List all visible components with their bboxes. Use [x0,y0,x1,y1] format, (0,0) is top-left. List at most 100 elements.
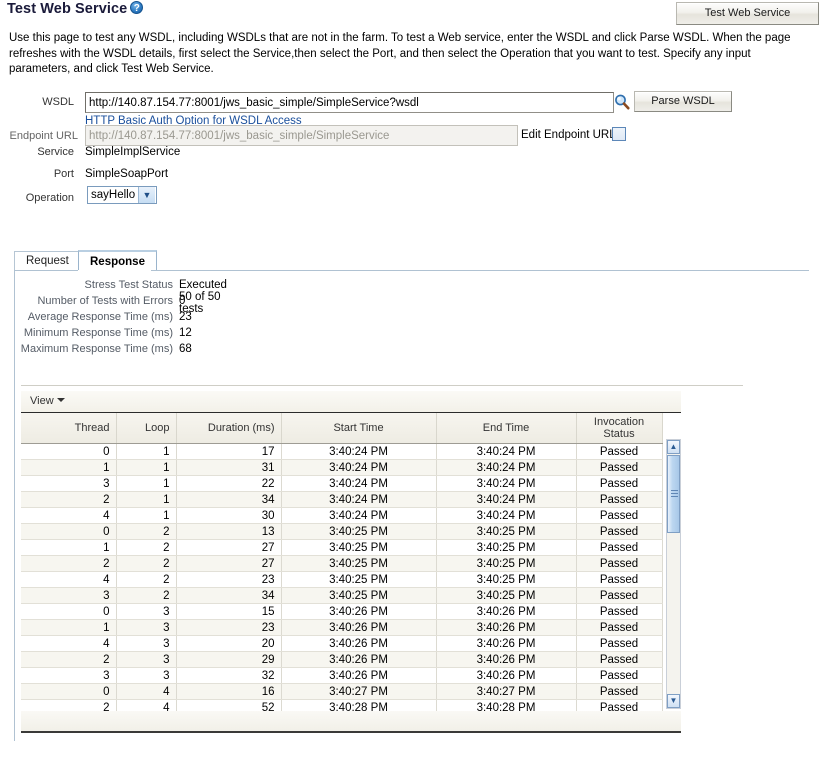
operation-select[interactable]: sayHello [87,186,157,204]
column-header-thread[interactable]: Thread [21,413,117,444]
table-row[interactable]: 4 3 20 3:40:26 PM 3:40:26 PM Passed [21,635,663,652]
cell-invocation-status: Passed [576,475,663,492]
tab-response[interactable]: Response [78,250,157,270]
tab-request[interactable]: Request [14,251,81,270]
table-vertical-scrollbar[interactable]: ▲ ▼ [666,439,681,709]
operation-row: Operation sayHello ▼ [0,186,823,212]
table-row[interactable]: 1 3 23 3:40:26 PM 3:40:26 PM Passed [21,619,663,636]
cell-invocation-status: Passed [576,651,663,668]
cell-invocation-status: Passed [576,555,663,572]
cell-invocation-status: Passed [576,523,663,540]
table-row[interactable]: 3 1 22 3:40:24 PM 3:40:24 PM Passed [21,475,663,492]
stat-label: Number of Tests with Errors [37,295,173,307]
stat-value: 68 [179,343,192,355]
table-row[interactable]: 4 1 30 3:40:24 PM 3:40:24 PM Passed [21,507,663,524]
test-web-service-button[interactable]: Test Web Service [676,2,819,25]
stat-value: 0 [179,295,186,307]
table-row[interactable]: 1 2 27 3:40:25 PM 3:40:25 PM Passed [21,539,663,556]
column-header-invocation-status[interactable]: Invocation Status [576,413,663,444]
wsdl-form: WSDL Parse WSDL HTTP Basic Auth Option f… [0,91,823,212]
intro-paragraph: Use this page to test any WSDL, includin… [9,32,791,75]
table-row[interactable]: 4 2 23 3:40:25 PM 3:40:25 PM Passed [21,571,663,588]
port-row: Port SimpleSoapPort [0,164,823,186]
page-header: Test Web Service? Test Web Service [0,0,823,28]
column-header-duration[interactable]: Duration (ms) [176,413,282,444]
cell-start-time: 3:40:25 PM [281,539,437,556]
cell-end-time: 3:40:25 PM [436,555,577,572]
table-row[interactable]: 0 4 16 3:40:27 PM 3:40:27 PM Passed [21,683,663,700]
parse-wsdl-button[interactable]: Parse WSDL [634,91,732,112]
port-value: SimpleSoapPort [85,168,169,180]
table-row[interactable]: 0 3 15 3:40:26 PM 3:40:26 PM Passed [21,603,663,620]
cell-end-time: 3:40:25 PM [436,539,577,556]
cell-end-time: 3:40:26 PM [436,603,577,620]
cell-end-time: 3:40:27 PM [436,683,577,700]
cell-thread: 2 [21,555,117,572]
cell-start-time: 3:40:26 PM [281,619,437,636]
cell-thread: 0 [21,443,117,460]
tab-bar: Request Response [14,250,809,271]
cell-invocation-status: Passed [576,587,663,604]
cell-start-time: 3:40:25 PM [281,523,437,540]
table-row[interactable]: 2 3 29 3:40:26 PM 3:40:26 PM Passed [21,651,663,668]
cell-start-time: 3:40:24 PM [281,459,437,476]
cell-invocation-status: Passed [576,443,663,460]
cell-invocation-status: Passed [576,667,663,684]
cell-start-time: 3:40:26 PM [281,635,437,652]
cell-loop: 2 [116,523,177,540]
cell-duration: 13 [176,523,282,540]
cell-duration: 23 [176,619,282,636]
wsdl-input[interactable] [85,92,614,113]
cell-loop: 1 [116,507,177,524]
cell-end-time: 3:40:24 PM [436,443,577,460]
chevron-up-icon[interactable]: ▲ [667,440,680,454]
cell-loop: 2 [116,587,177,604]
cell-duration: 17 [176,443,282,460]
cell-start-time: 3:40:24 PM [281,443,437,460]
cell-invocation-status: Passed [576,571,663,588]
table-row[interactable]: 3 2 34 3:40:25 PM 3:40:25 PM Passed [21,587,663,604]
port-label: Port [53,168,74,180]
table-row[interactable]: 2 1 34 3:40:24 PM 3:40:24 PM Passed [21,491,663,508]
scrollbar-thumb[interactable] [667,455,680,533]
endpoint-url-input[interactable] [85,125,518,146]
edit-endpoint-url-checkbox[interactable] [612,127,626,141]
cell-end-time: 3:40:24 PM [436,459,577,476]
cell-end-time: 3:40:25 PM [436,523,577,540]
cell-start-time: 3:40:24 PM [281,491,437,508]
table-row[interactable]: 0 2 13 3:40:25 PM 3:40:25 PM Passed [21,523,663,540]
cell-loop: 1 [116,475,177,492]
help-question-icon[interactable]: ? [130,1,144,14]
chevron-down-icon[interactable]: ▼ [667,694,680,708]
cell-thread: 0 [21,683,117,700]
cell-loop: 1 [116,443,177,460]
column-header-loop[interactable]: Loop [116,413,177,444]
cell-end-time: 3:40:26 PM [436,635,577,652]
cell-duration: 34 [176,491,282,508]
cell-start-time: 3:40:24 PM [281,507,437,524]
table-footer-bar [21,711,681,733]
cell-end-time: 3:40:25 PM [436,587,577,604]
cell-end-time: 3:40:24 PM [436,507,577,524]
table-row[interactable]: 0 1 17 3:40:24 PM 3:40:24 PM Passed [21,443,663,460]
table-row[interactable]: 3 3 32 3:40:26 PM 3:40:26 PM Passed [21,667,663,684]
cell-duration: 27 [176,539,282,556]
cell-invocation-status: Passed [576,683,663,700]
column-header-start-time[interactable]: Start Time [281,413,437,444]
cell-thread: 2 [21,651,117,668]
response-panel: Stress Test Status Executed 50 of 50 tes… [14,271,809,741]
table-row[interactable]: 1 1 31 3:40:24 PM 3:40:24 PM Passed [21,459,663,476]
stat-label: Average Response Time (ms) [27,311,173,323]
cell-thread: 0 [21,523,117,540]
cell-duration: 29 [176,651,282,668]
service-value: SimpleImplService [85,146,181,158]
cell-thread: 3 [21,667,117,684]
view-menu-label: View [30,395,54,407]
column-header-end-time[interactable]: End Time [436,413,577,444]
cell-duration: 32 [176,667,282,684]
view-menu-button[interactable]: View [30,395,65,407]
results-table: Thread Loop Duration (ms) Start Time End… [21,413,663,716]
table-row[interactable]: 2 2 27 3:40:25 PM 3:40:25 PM Passed [21,555,663,572]
scrollbar-grip [671,490,678,497]
magnifier-search-icon[interactable] [613,93,631,111]
